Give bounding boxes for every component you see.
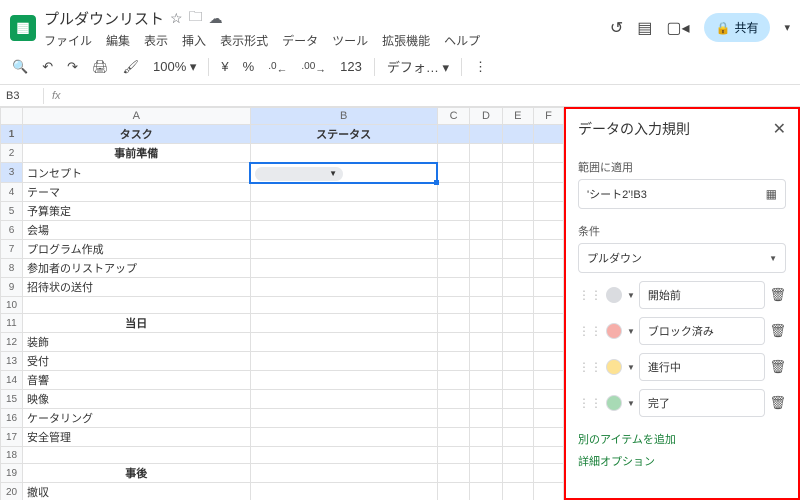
increase-decimal-button[interactable]: .00→: [299, 55, 328, 78]
close-icon[interactable]: ✕: [773, 119, 786, 139]
sheets-logo: ▦: [10, 15, 36, 41]
chevron-down-icon[interactable]: ▼: [627, 399, 635, 408]
criteria-select[interactable]: プルダウン ▼: [578, 243, 786, 273]
criteria-label: 条件: [578, 223, 786, 239]
cell[interactable]: タスク: [23, 125, 251, 144]
row-header[interactable]: 1: [1, 125, 23, 144]
menubar: ファイル 編集 表示 挿入 表示形式 データ ツール 拡張機能 ヘルプ: [44, 32, 602, 49]
name-box[interactable]: B3: [0, 88, 44, 104]
grid-icon[interactable]: ▦: [766, 187, 777, 201]
cell[interactable]: コンセプト: [23, 163, 251, 183]
star-icon[interactable]: ☆: [170, 10, 183, 27]
chevron-down-icon[interactable]: ▼: [627, 363, 635, 372]
drag-handle-icon[interactable]: ⋮⋮: [578, 396, 602, 410]
dropdown-option-row: ⋮⋮ ▼ ブロック済み🗑: [578, 317, 786, 345]
cell[interactable]: ステータス: [250, 125, 437, 144]
doc-title[interactable]: プルダウンリスト: [44, 8, 164, 29]
percent-button[interactable]: %: [241, 57, 257, 76]
menu-tools[interactable]: ツール: [332, 32, 368, 49]
dropdown-option-row: ⋮⋮ ▼ 完了🗑: [578, 389, 786, 417]
undo-icon[interactable]: ↶: [40, 57, 55, 77]
option-text-input[interactable]: 完了: [639, 389, 766, 417]
delete-icon[interactable]: 🗑: [769, 395, 786, 411]
chevron-down-icon[interactable]: ▼: [627, 291, 635, 300]
option-text-input[interactable]: 進行中: [639, 353, 766, 381]
delete-icon[interactable]: 🗑: [769, 287, 786, 303]
col-header[interactable]: E: [502, 108, 533, 125]
option-text-input[interactable]: 開始前: [639, 281, 766, 309]
zoom-select[interactable]: 100% ▾: [151, 57, 198, 77]
fill-handle[interactable]: [434, 180, 439, 185]
menu-format[interactable]: 表示形式: [220, 32, 268, 49]
lock-icon: 🔒: [716, 21, 731, 35]
range-input[interactable]: 'シート2'!B3 ▦: [578, 179, 786, 209]
option-text-input[interactable]: ブロック済み: [639, 317, 766, 345]
dropdown-option-row: ⋮⋮ ▼ 開始前🗑: [578, 281, 786, 309]
delete-icon[interactable]: 🗑: [769, 323, 786, 339]
col-header[interactable]: A: [23, 108, 251, 125]
chevron-down-icon[interactable]: ▼: [627, 327, 635, 336]
panel-title: データの入力規則: [578, 119, 690, 139]
more-icon[interactable]: ⋮: [472, 57, 489, 77]
menu-file[interactable]: ファイル: [44, 32, 92, 49]
menu-edit[interactable]: 編集: [106, 32, 130, 49]
menu-extensions[interactable]: 拡張機能: [382, 32, 430, 49]
share-label: 共有: [734, 19, 758, 36]
drag-handle-icon[interactable]: ⋮⋮: [578, 360, 602, 374]
color-swatch[interactable]: [606, 287, 622, 303]
col-header[interactable]: C: [437, 108, 469, 125]
color-swatch[interactable]: [606, 395, 622, 411]
cell[interactable]: 事前準備: [23, 144, 251, 163]
menu-view[interactable]: 表示: [144, 32, 168, 49]
move-icon[interactable]: 🗀: [189, 6, 203, 30]
delete-icon[interactable]: 🗑: [769, 359, 786, 375]
redo-icon[interactable]: ↷: [65, 57, 80, 77]
col-header[interactable]: D: [470, 108, 502, 125]
search-icon[interactable]: 🔍: [10, 57, 30, 77]
chevron-down-icon[interactable]: ▾: [784, 21, 790, 34]
dropdown-chip[interactable]: ▼: [255, 167, 343, 181]
comment-icon[interactable]: ▤: [637, 18, 652, 38]
color-swatch[interactable]: [606, 323, 622, 339]
menu-insert[interactable]: 挿入: [182, 32, 206, 49]
col-header[interactable]: B: [250, 108, 437, 125]
chevron-down-icon: ▼: [329, 169, 337, 178]
more-formats-button[interactable]: 123: [338, 57, 364, 76]
range-label: 範囲に適用: [578, 159, 786, 175]
print-icon[interactable]: 🖨: [90, 57, 111, 77]
col-header[interactable]: F: [533, 108, 563, 125]
row-header[interactable]: 2: [1, 144, 23, 163]
paint-format-icon[interactable]: 🖌: [121, 57, 142, 77]
font-select[interactable]: デフォ… ▾: [385, 55, 451, 78]
add-item-button[interactable]: 別のアイテムを追加: [578, 431, 786, 447]
history-icon[interactable]: ↺: [610, 18, 623, 38]
toolbar: 🔍 ↶ ↷ 🖨 🖌 100% ▾ ¥ % .0← .00→ 123 デフォ… ▾…: [0, 49, 800, 85]
chevron-down-icon: ▼: [769, 254, 777, 263]
advanced-options-button[interactable]: 詳細オプション: [578, 453, 786, 469]
menu-data[interactable]: データ: [282, 32, 318, 49]
cloud-icon[interactable]: ☁: [209, 10, 223, 27]
dropdown-option-row: ⋮⋮ ▼ 進行中🗑: [578, 353, 786, 381]
spreadsheet-grid[interactable]: A B C D E F 1タスクステータス 2事前準備 3コンセプト▼ 4テーマ…: [0, 107, 564, 500]
color-swatch[interactable]: [606, 359, 622, 375]
fx-icon: fx: [44, 90, 69, 102]
menu-help[interactable]: ヘルプ: [444, 32, 480, 49]
currency-button[interactable]: ¥: [219, 57, 230, 76]
data-validation-panel: データの入力規則 ✕ 範囲に適用 'シート2'!B3 ▦ 条件 プルダウン ▼ …: [564, 107, 800, 500]
drag-handle-icon[interactable]: ⋮⋮: [578, 324, 602, 338]
meet-icon[interactable]: ▢◂: [666, 18, 689, 38]
drag-handle-icon[interactable]: ⋮⋮: [578, 288, 602, 302]
select-all-corner[interactable]: [1, 108, 23, 125]
decrease-decimal-button[interactable]: .0←: [266, 55, 289, 78]
selected-cell[interactable]: ▼: [250, 163, 437, 183]
share-button[interactable]: 🔒 共有: [704, 13, 771, 42]
row-header[interactable]: 3: [1, 163, 23, 183]
